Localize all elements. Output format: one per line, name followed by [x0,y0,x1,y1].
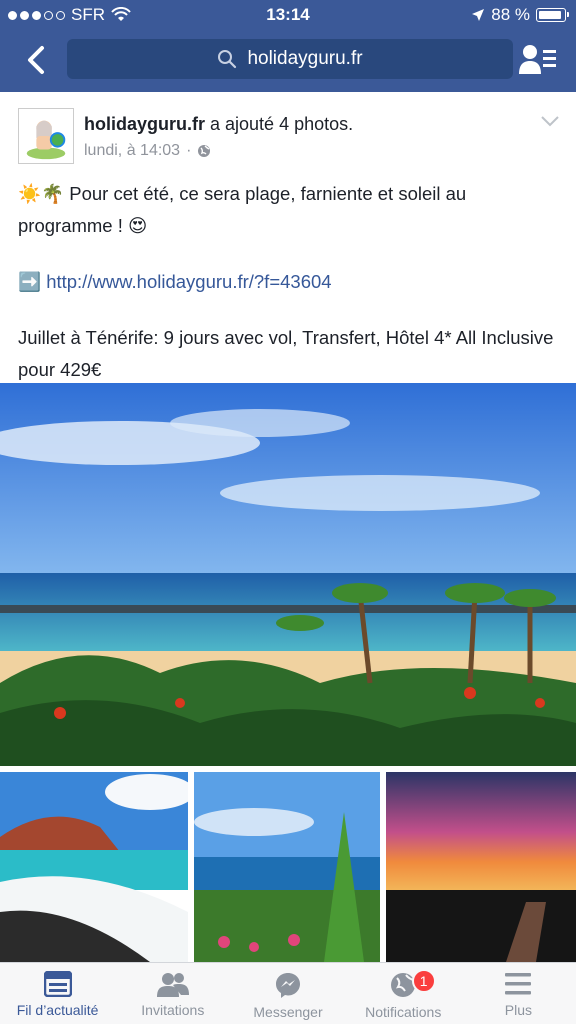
tab-notifications[interactable]: 1 Notifications [346,963,461,1024]
location-icon [472,9,485,21]
tab-more[interactable]: Plus [461,963,576,1024]
post-text: ☀️🌴 Pour cet été, ce sera plage, farnien… [18,178,558,386]
search-text: holidayguru.fr [247,48,363,69]
battery-icon [536,8,569,22]
post-card: holidayguru.fr a ajouté 4 photos. lundi,… [0,92,576,962]
navigation-bar: holidayguru.fr [0,34,576,86]
photo-2[interactable] [0,772,188,962]
notification-count-badge: 1 [411,969,436,993]
public-globe-icon [198,145,211,157]
top-bar: SFR 13:14 88 % holidayguru.fr [0,0,576,92]
post-meta: lundi, à 14:03 · [84,142,211,160]
post-link-line: ➡️ http://www.holidayguru.fr/?f=43604 [18,266,558,298]
tab-invitations[interactable]: Invitations [115,963,230,1024]
news-feed-icon [43,971,72,997]
palm-emoji-icon: 🌴 [41,183,65,204]
friends-icon [156,973,189,997]
heart-eyes-emoji-icon: 😍 [128,215,148,236]
photo-grid [0,383,576,962]
tab-messenger[interactable]: Messenger [230,963,345,1024]
post-line-3: Juillet à Ténérife: 9 jours avec vol, Tr… [18,327,554,380]
messenger-icon [276,973,300,998]
photo-1[interactable] [0,383,576,766]
friend-requests-icon[interactable] [518,42,558,78]
tab-news-feed[interactable]: Fil d’actualité [0,963,115,1024]
post-action: a ajouté 4 photos. [210,114,354,134]
search-field[interactable]: holidayguru.fr [67,39,513,79]
sun-emoji-icon: ☀️ [18,183,42,204]
search-icon [218,50,237,69]
post-options-chevron-icon[interactable] [540,114,560,128]
page-avatar[interactable] [18,108,74,164]
menu-icon [505,973,532,995]
back-button[interactable] [18,40,58,80]
post-line-1: ☀️🌴 Pour cet été, ce sera plage, farnien… [18,183,467,236]
photo-3[interactable] [194,772,380,962]
post-header: holidayguru.fr a ajouté 4 photos. [84,114,353,135]
author-name[interactable]: holidayguru.fr [84,114,205,134]
arrow-emoji-icon: ➡️ [18,271,42,292]
photo-4[interactable] [386,772,576,962]
post-link[interactable]: http://www.holidayguru.fr/?f=43604 [46,271,331,292]
post-timestamp[interactable]: lundi, à 14:03 [84,142,180,160]
tab-bar: Fil d’actualité Invitations Messenger 1 … [0,962,576,1024]
status-bar: SFR 13:14 88 % [0,0,576,30]
battery-percent: 88 % [491,5,530,24]
